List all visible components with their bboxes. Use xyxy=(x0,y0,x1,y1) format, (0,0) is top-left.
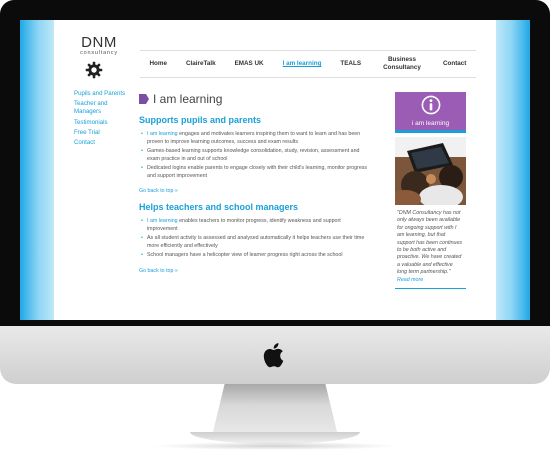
stand-shadow xyxy=(150,442,400,450)
right-column: i am learning "DNM Consultancy has not o… xyxy=(395,92,466,290)
nav-clairetalk[interactable]: ClaireTalk xyxy=(186,60,216,68)
monitor-stand-neck xyxy=(212,384,338,436)
children-photo-illustration xyxy=(395,137,466,205)
list-item: Games-based learning supports knowledge … xyxy=(139,148,371,163)
page-title-text: I am learning xyxy=(153,92,223,106)
list-item: Dedicated logins enable parents to engag… xyxy=(139,165,371,180)
nav-i-am-learning[interactable]: I am learning xyxy=(283,60,322,68)
monitor-mockup: DNM consultancy Home ClaireTalk EMAS UK … xyxy=(0,0,550,452)
screen-left-glow xyxy=(20,20,54,320)
back-to-top-link[interactable]: Go back to top » xyxy=(139,188,371,194)
title-arrow-icon xyxy=(139,94,149,104)
list-item-text: engages and motivates learners inspiring… xyxy=(147,131,361,145)
list-item: School managers have a helicopter view o… xyxy=(139,252,371,260)
nav-business-consultancy-label: Business Consultancy xyxy=(383,56,421,71)
logo-name: DNM xyxy=(81,34,117,51)
list-item: I am learning enables teachers to monito… xyxy=(139,218,371,233)
site-logo[interactable]: DNM consultancy xyxy=(74,34,124,56)
sidebar-item-pupils-and-parents[interactable]: Pupils and Parents xyxy=(74,90,134,98)
children-photo xyxy=(395,137,466,205)
nav-business-consultancy[interactable]: Business Consultancy xyxy=(380,56,424,72)
page-title: I am learning xyxy=(139,92,371,106)
i-am-learning-badge[interactable]: i am learning xyxy=(395,92,466,133)
sidebar-item-testimonials[interactable]: Testimonials xyxy=(74,119,134,127)
sidebar: Pupils and Parents Teacher and Managers … xyxy=(74,90,134,149)
list-item-text: Dedicated logins enable parents to engag… xyxy=(147,165,368,179)
web-page: DNM consultancy Home ClaireTalk EMAS UK … xyxy=(54,20,496,320)
list-item: As all student activity is assessed and … xyxy=(139,235,371,250)
main-nav: Home ClaireTalk EMAS UK I am learning TE… xyxy=(140,50,476,78)
testimonial-text: "DNM Consultancy has not only always bee… xyxy=(397,210,463,276)
monitor-screen: DNM consultancy Home ClaireTalk EMAS UK … xyxy=(20,20,530,320)
testimonial-quote: "DNM Consultancy has not only always bee… xyxy=(395,210,466,284)
apple-logo-icon xyxy=(263,343,284,368)
gear-icon xyxy=(85,61,103,79)
main-content: I am learning Supports pupils and parent… xyxy=(139,92,371,282)
logo-subtitle: consultancy xyxy=(80,50,118,56)
screen-right-glow xyxy=(496,20,530,320)
section-heading: Supports pupils and parents xyxy=(139,115,262,125)
back-to-top-link[interactable]: Go back to top » xyxy=(139,268,371,274)
sidebar-item-free-trial[interactable]: Free Trial xyxy=(74,129,134,137)
bullet-list: I am learning enables teachers to monito… xyxy=(139,218,371,260)
list-item: I am learning engages and motivates lear… xyxy=(139,131,371,146)
nav-emas-uk[interactable]: EMAS UK xyxy=(235,60,264,68)
section-heading: Helps teachers and school managers xyxy=(139,202,299,212)
nav-contact[interactable]: Contact xyxy=(443,60,466,68)
list-item-text: School managers have a helicopter view o… xyxy=(147,252,343,258)
product-link[interactable]: I am learning xyxy=(147,131,178,137)
nav-teals[interactable]: TEALS xyxy=(340,60,361,68)
quote-divider xyxy=(395,288,466,290)
badge-label: i am learning xyxy=(411,120,450,127)
info-icon xyxy=(421,95,441,115)
nav-home[interactable]: Home xyxy=(149,60,167,68)
sidebar-item-contact[interactable]: Contact xyxy=(74,139,134,147)
list-item-text: Games-based learning supports knowledge … xyxy=(147,148,360,162)
list-item-text: As all student activity is assessed and … xyxy=(147,235,365,249)
read-more-link[interactable]: Read more xyxy=(397,277,423,283)
product-link[interactable]: I am learning xyxy=(147,218,178,224)
sidebar-item-teacher-and-managers[interactable]: Teacher and Managers xyxy=(74,100,116,116)
bullet-list: I am learning engages and motivates lear… xyxy=(139,131,371,180)
